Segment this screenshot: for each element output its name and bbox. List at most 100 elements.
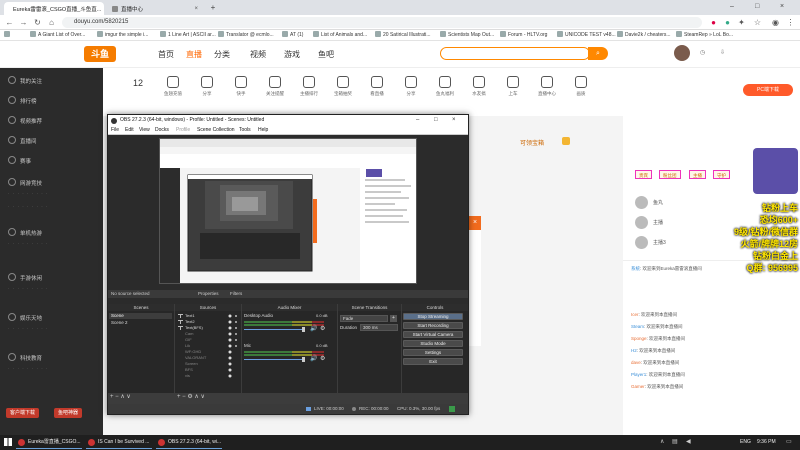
- language-indicator[interactable]: ENG: [740, 439, 751, 445]
- new-tab-icon[interactable]: +: [208, 3, 218, 13]
- volume-icon[interactable]: ◀: [686, 438, 691, 445]
- bookmark-item[interactable]: AT (1): [282, 31, 303, 40]
- scene-item[interactable]: Scene: [109, 313, 172, 319]
- volume-slider[interactable]: [244, 329, 304, 330]
- download-icon[interactable]: ⇩: [720, 49, 725, 56]
- extension-icon[interactable]: ●: [722, 17, 733, 28]
- gear-icon[interactable]: ⚙: [320, 325, 325, 332]
- studio-mode-button[interactable]: Studio Mode: [403, 340, 463, 347]
- room-icon-fast[interactable]: 快手: [223, 76, 259, 97]
- speaker-icon[interactable]: 🔊: [310, 325, 317, 332]
- transition-add-icon[interactable]: +: [390, 315, 397, 322]
- menu-scene-collection[interactable]: Scene Collection: [197, 127, 235, 133]
- user-avatar[interactable]: [674, 45, 690, 61]
- nav-category[interactable]: 分类: [214, 49, 230, 60]
- volume-slider-handle[interactable]: [302, 357, 305, 362]
- start-virtual-camera-button[interactable]: Start Virtual Camera: [403, 331, 463, 338]
- user-row[interactable]: 主播: [635, 216, 745, 230]
- tab-guard[interactable]: 守护: [713, 170, 730, 179]
- speaker-icon[interactable]: 🔊: [310, 355, 317, 362]
- room-icon-share[interactable]: 分享: [189, 76, 225, 97]
- close-icon[interactable]: ×: [101, 6, 104, 12]
- nav-games[interactable]: 游戏: [284, 49, 300, 60]
- bookmark-item[interactable]: imgur the simple i...: [97, 31, 148, 40]
- search-icon[interactable]: ⌕: [588, 47, 608, 60]
- close-icon[interactable]: ×: [452, 115, 456, 126]
- minimize-icon[interactable]: –: [730, 3, 734, 10]
- settings-button[interactable]: Settings: [403, 349, 463, 356]
- duration-input[interactable]: 300 ms: [360, 324, 398, 331]
- bookmark-item[interactable]: UNICODE TEST v48...: [557, 31, 616, 40]
- filters-button[interactable]: Filters: [230, 290, 242, 298]
- menu-kebab-icon[interactable]: ⋮: [785, 17, 796, 28]
- exit-button[interactable]: Exit: [403, 358, 463, 365]
- source-toolbar[interactable]: + − ⚙ ∧ ∨: [177, 393, 205, 401]
- bookmark-item[interactable]: 1 Line Art | ASCII ar...: [160, 31, 216, 40]
- room-icon-recharge[interactable]: 鱼翅充值: [155, 76, 191, 97]
- download-client-button[interactable]: 客户端下载: [6, 408, 40, 418]
- network-icon[interactable]: ▤: [672, 438, 678, 445]
- sidebar-item-match[interactable]: 赛事: [8, 156, 31, 165]
- tab-anchor[interactable]: 主播: [689, 170, 706, 179]
- volume-slider-handle[interactable]: [302, 327, 305, 332]
- taskbar-app-chrome[interactable]: Eureka雷直播_CSGO...: [16, 436, 82, 449]
- bookmark-item[interactable]: List of Animals and...: [313, 31, 367, 40]
- bookmark-item[interactable]: Scientists Map Out...: [440, 31, 494, 40]
- bookmark-item[interactable]: Forum - HLTV.org: [500, 31, 547, 40]
- nav-live[interactable]: 直播: [186, 49, 202, 60]
- maximize-icon[interactable]: □: [434, 115, 438, 126]
- nav-video[interactable]: 视频: [250, 49, 266, 60]
- sidebar-item-fun[interactable]: 娱乐天地: [8, 313, 42, 322]
- search-input[interactable]: [440, 47, 590, 60]
- visibility-eye-icons[interactable]: [227, 313, 239, 379]
- notification-icon[interactable]: ▭: [786, 438, 792, 445]
- back-icon[interactable]: ←: [4, 17, 15, 28]
- tab-fans[interactable]: 粉丝团: [659, 170, 681, 179]
- collapse-icon[interactable]: ×: [469, 216, 481, 230]
- sidebar-item-single[interactable]: 单机热游: [8, 228, 42, 237]
- bookmark-star-icon[interactable]: ☆: [752, 17, 763, 28]
- sidebar-item-games[interactable]: 网游竞技: [8, 178, 42, 187]
- start-recording-button[interactable]: Start Recording: [403, 322, 463, 329]
- scene-toolbar[interactable]: + − ∧ ∨: [110, 393, 131, 401]
- sidebar-item-mobile[interactable]: 手游休闲: [8, 273, 42, 282]
- menu-help[interactable]: Help: [258, 127, 268, 133]
- gear-icon[interactable]: ⚙: [320, 355, 325, 362]
- room-icon-rank[interactable]: 主播排行: [291, 76, 327, 97]
- sidebar-item-room[interactable]: 直播间: [8, 136, 37, 145]
- douyu-logo[interactable]: 斗鱼: [84, 46, 116, 62]
- event-banner[interactable]: [753, 148, 798, 194]
- clock[interactable]: 9:36 PM: [757, 439, 776, 445]
- sidebar-item-edu[interactable]: 科技教育: [8, 353, 42, 362]
- scene-item[interactable]: Scene 2: [109, 320, 172, 326]
- bookmark-item[interactable]: 20 Satirical Illustrati...: [375, 31, 431, 40]
- room-icon-remind[interactable]: 关注提醒: [257, 76, 293, 97]
- menu-view[interactable]: View: [139, 127, 150, 133]
- bookmark-item[interactable]: Translator @ ecmlo...: [218, 31, 274, 40]
- bookmark-item[interactable]: SteamRep » LoL Bo...: [676, 31, 733, 40]
- rank-badge[interactable]: PC端下载: [743, 84, 793, 96]
- close-icon[interactable]: ×: [188, 6, 198, 12]
- room-icon-friends[interactable]: 水友搞: [461, 76, 497, 97]
- browser-tab-studio[interactable]: 直播中心 ×: [106, 2, 204, 15]
- sidebar-item-rank[interactable]: 排行榜: [8, 96, 37, 105]
- address-bar[interactable]: douyu.com/5820215: [62, 17, 702, 28]
- preview-canvas[interactable]: [159, 138, 417, 284]
- bookmark-item[interactable]: A Giant List of Over...: [30, 31, 85, 40]
- room-icon-car[interactable]: 上车: [495, 76, 531, 97]
- obs-preview[interactable]: [108, 135, 468, 304]
- sidebar-item-video[interactable]: 视频推荐: [8, 116, 42, 125]
- home-icon[interactable]: ⌂: [46, 17, 57, 28]
- forward-icon[interactable]: →: [18, 17, 29, 28]
- extensions-puzzle-icon[interactable]: ✦: [736, 17, 747, 28]
- transition-select[interactable]: Fade: [340, 315, 388, 322]
- user-row[interactable]: 鱼丸: [635, 196, 745, 210]
- menu-tools[interactable]: Tools: [239, 127, 251, 133]
- windows-start-icon[interactable]: [4, 438, 12, 446]
- properties-button[interactable]: Properties: [198, 290, 219, 298]
- tab-vip[interactable]: 贵宾: [635, 170, 652, 179]
- room-icon-quality[interactable]: 画质: [563, 76, 599, 97]
- menu-file[interactable]: File: [111, 127, 119, 133]
- user-row[interactable]: 主播3: [635, 236, 745, 250]
- menu-docks[interactable]: Docks: [155, 127, 169, 133]
